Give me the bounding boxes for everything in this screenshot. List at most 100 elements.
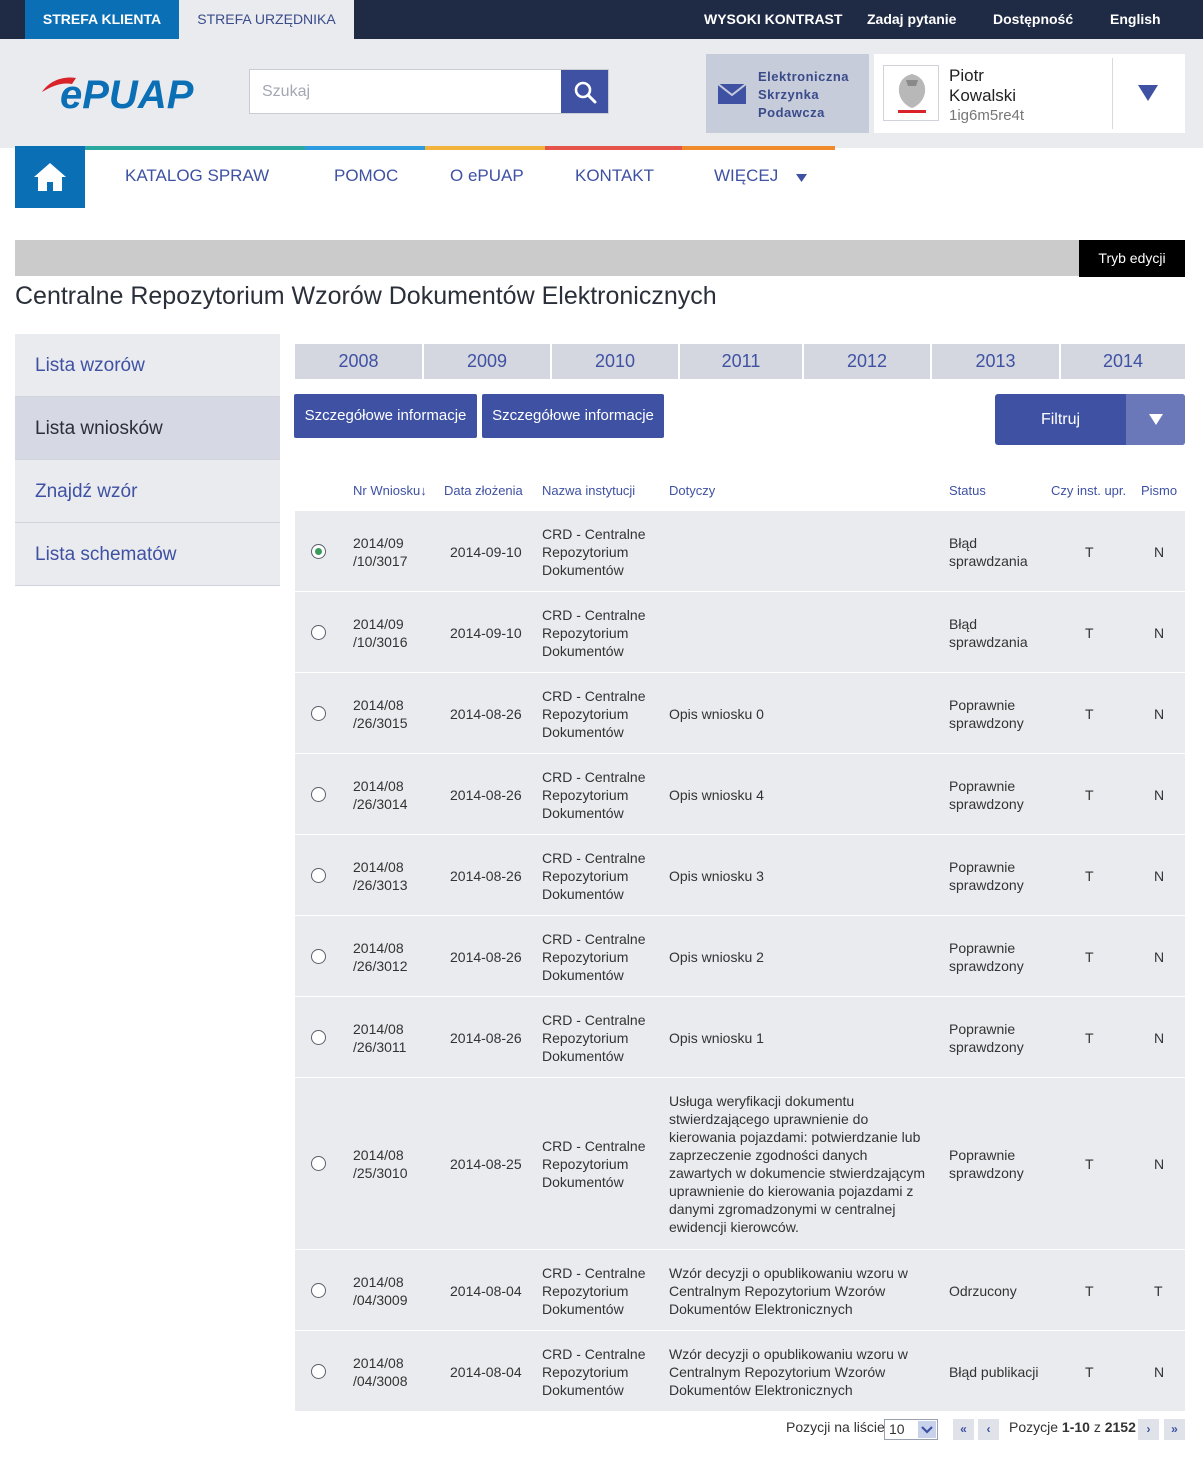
user-menu-toggle[interactable] bbox=[1138, 85, 1158, 106]
col-header-nazwa-instytucji[interactable]: Nazwa instytucji bbox=[542, 483, 635, 498]
user-panel: Piotr Kowalski 1ig6m5re4t bbox=[874, 54, 1185, 133]
cell-dotyczy-line: Usługa weryfikacji dokumentu bbox=[669, 1093, 855, 1109]
cell-nr-line: 2014/08 bbox=[353, 777, 404, 794]
col-header-data-zlozenia[interactable]: Data złożenia bbox=[444, 483, 523, 498]
nav-pomoc[interactable]: POMOC bbox=[334, 166, 398, 186]
cell-czy-inst-upr: T bbox=[1085, 705, 1094, 722]
col-header-pismo[interactable]: Pismo bbox=[1141, 483, 1177, 498]
sidebar-item-lista-wzorow[interactable]: Lista wzorów bbox=[15, 334, 280, 397]
table-row[interactable]: 2014/08/25/3010 2014-08-25 CRD - Centralne… bbox=[295, 1078, 1185, 1250]
row-select-radio[interactable] bbox=[311, 1282, 326, 1298]
row-select-radio[interactable] bbox=[311, 867, 326, 883]
row-select-radio[interactable] bbox=[311, 1029, 326, 1045]
tab-strefa-urzednika[interactable]: STREFA URZĘDNIKA bbox=[179, 0, 354, 39]
cell-date: 2014-08-04 bbox=[450, 1282, 522, 1299]
edit-bar bbox=[15, 240, 1185, 276]
cell-institution-line: Dokumentów bbox=[542, 1047, 624, 1064]
sidebar-item-lista-wnioskow[interactable]: Lista wniosków bbox=[15, 397, 280, 460]
cell-institution-line: CRD - Centralne bbox=[542, 687, 646, 704]
first-page-button[interactable]: « bbox=[953, 1419, 974, 1440]
cell-dotyczy-line: uprawnienie do kierowania pojazdami z bbox=[669, 1183, 914, 1199]
row-select-radio[interactable] bbox=[311, 948, 326, 964]
details-button-2[interactable]: Szczegółowe informacje bbox=[482, 394, 664, 438]
link-high-contrast[interactable]: WYSOKI KONTRAST bbox=[704, 0, 842, 39]
table-row[interactable]: 2014/08/26/3012 2014-08-26 CRD - Centralne… bbox=[295, 916, 1185, 997]
edit-mode-button[interactable]: Tryb edycji bbox=[1079, 240, 1185, 277]
table-row[interactable]: 2014/08/26/3014 2014-08-26 CRD - Centralne… bbox=[295, 754, 1185, 835]
cell-czy-inst-upr: T bbox=[1085, 543, 1094, 560]
cell-status-line: sprawdzania bbox=[949, 552, 1028, 569]
cell-date: 2014-08-26 bbox=[450, 1029, 522, 1046]
table-row[interactable]: 2014/09/10/3016 2014-09-10 CRD - Centralne… bbox=[295, 592, 1185, 673]
cell-institution-line: Repozytorium bbox=[542, 1282, 629, 1299]
table-row[interactable]: 2014/08/26/3013 2014-08-26 CRD - Centralne… bbox=[295, 835, 1185, 916]
last-page-button[interactable]: » bbox=[1164, 1419, 1185, 1440]
cell-czy-inst-upr: T bbox=[1085, 1156, 1094, 1172]
cell-institution-line: Repozytorium bbox=[542, 1363, 629, 1380]
tab-year-2013[interactable]: 2013 bbox=[932, 344, 1061, 379]
row-select-radio[interactable] bbox=[311, 543, 326, 559]
cell-status-line: Poprawnie bbox=[949, 1147, 1016, 1163]
table-row[interactable]: 2014/08/26/3015 2014-08-26 CRD - Centralne… bbox=[295, 673, 1185, 754]
cell-status-line: sprawdzony bbox=[949, 714, 1024, 731]
col-header-nr-wniosku[interactable]: Nr Wniosku↓ bbox=[353, 483, 427, 498]
cell-dotyczy-line: zaprzeczenie zgodności danych bbox=[669, 1147, 868, 1163]
search-input[interactable] bbox=[250, 70, 562, 113]
cell-institution-line: Repozytorium bbox=[542, 1029, 629, 1046]
filter-button[interactable]: Filtruj bbox=[995, 394, 1185, 445]
cell-pismo: N bbox=[1154, 705, 1165, 722]
cell-status-line: Odrzucony bbox=[949, 1282, 1017, 1299]
tab-year-2010[interactable]: 2010 bbox=[552, 344, 680, 379]
search-icon bbox=[574, 81, 596, 103]
sidebar-item-lista-schematow[interactable]: Lista schematów bbox=[15, 523, 280, 586]
filter-dropdown-toggle[interactable] bbox=[1126, 394, 1185, 445]
link-ask-question[interactable]: Zadaj pytanie bbox=[867, 0, 956, 39]
tab-year-2009[interactable]: 2009 bbox=[424, 344, 552, 379]
per-page-select[interactable]: 10 bbox=[884, 1419, 938, 1440]
row-select-radio[interactable] bbox=[311, 624, 326, 640]
row-select-radio[interactable] bbox=[311, 1156, 326, 1171]
link-accessibility[interactable]: Dostępność bbox=[993, 0, 1073, 39]
sidebar: Lista wzorów Lista wniosków Znajdź wzór … bbox=[15, 334, 280, 586]
row-select-radio[interactable] bbox=[311, 705, 326, 721]
nav-katalog-spraw[interactable]: KATALOG SPRAW bbox=[125, 166, 269, 186]
epuap-logo[interactable]: ePUAP bbox=[40, 68, 220, 117]
home-button[interactable] bbox=[15, 146, 85, 208]
row-select-radio[interactable] bbox=[311, 786, 326, 802]
col-header-dotyczy[interactable]: Dotyczy bbox=[669, 483, 715, 498]
table-row[interactable]: 2014/08/04/3008 2014-08-04 CRD - Centralne… bbox=[295, 1331, 1185, 1412]
col-header-status[interactable]: Status bbox=[949, 483, 986, 498]
search-button[interactable] bbox=[561, 70, 608, 113]
col-header-czy-inst-upr[interactable]: Czy inst. upr. bbox=[1051, 483, 1126, 498]
tab-year-2011[interactable]: 2011 bbox=[680, 344, 804, 379]
prev-page-button[interactable]: ‹ bbox=[978, 1419, 999, 1440]
user-first-name: Piotr bbox=[949, 66, 984, 85]
cell-date: 2014-08-26 bbox=[450, 786, 522, 803]
cell-nr-wniosku: 2014/08/26/3015 bbox=[353, 696, 408, 732]
nav-o-epuap[interactable]: O ePUAP bbox=[450, 166, 524, 186]
nav-kontakt[interactable]: KONTAKT bbox=[575, 166, 654, 186]
cell-czy-inst-upr: T bbox=[1085, 786, 1094, 803]
tab-year-2012[interactable]: 2012 bbox=[804, 344, 932, 379]
cell-status-line: sprawdzony bbox=[949, 876, 1024, 893]
esp-button[interactable]: Elektroniczna Skrzynka Podawcza bbox=[706, 54, 869, 133]
table-row[interactable]: 2014/08/04/3009 2014-08-04 CRD - Centralne… bbox=[295, 1250, 1185, 1331]
cell-dotyczy: Opis wniosku 3 bbox=[669, 867, 764, 885]
nav-wiecej[interactable]: WIĘCEJ bbox=[714, 166, 778, 186]
next-page-button[interactable]: › bbox=[1138, 1419, 1159, 1440]
tab-year-2014[interactable]: 2014 bbox=[1061, 344, 1185, 379]
cell-status: Odrzucony bbox=[949, 1282, 1017, 1300]
tab-year-2008[interactable]: 2008 bbox=[295, 344, 424, 379]
chevron-down-icon[interactable] bbox=[796, 174, 807, 182]
table-row[interactable]: 2014/09/10/3017 2014-09-10 CRD - Centralne… bbox=[295, 511, 1185, 592]
sidebar-item-znajdz-wzor[interactable]: Znajdź wzór bbox=[15, 460, 280, 523]
table-row[interactable]: 2014/08/26/3011 2014-08-26 CRD - Centralne… bbox=[295, 997, 1185, 1078]
cell-date: 2014-09-10 bbox=[450, 624, 522, 641]
cell-institution-line: CRD - Centralne bbox=[542, 1345, 646, 1362]
link-english[interactable]: English bbox=[1110, 0, 1161, 39]
details-button-1[interactable]: Szczegółowe informacje bbox=[294, 394, 477, 438]
cell-dotyczy-line: Opis wniosku 3 bbox=[669, 867, 764, 884]
cell-nr-line: /10/3017 bbox=[353, 552, 408, 569]
tab-strefa-klienta[interactable]: STREFA KLIENTA bbox=[25, 0, 179, 39]
row-select-radio[interactable] bbox=[311, 1363, 326, 1379]
